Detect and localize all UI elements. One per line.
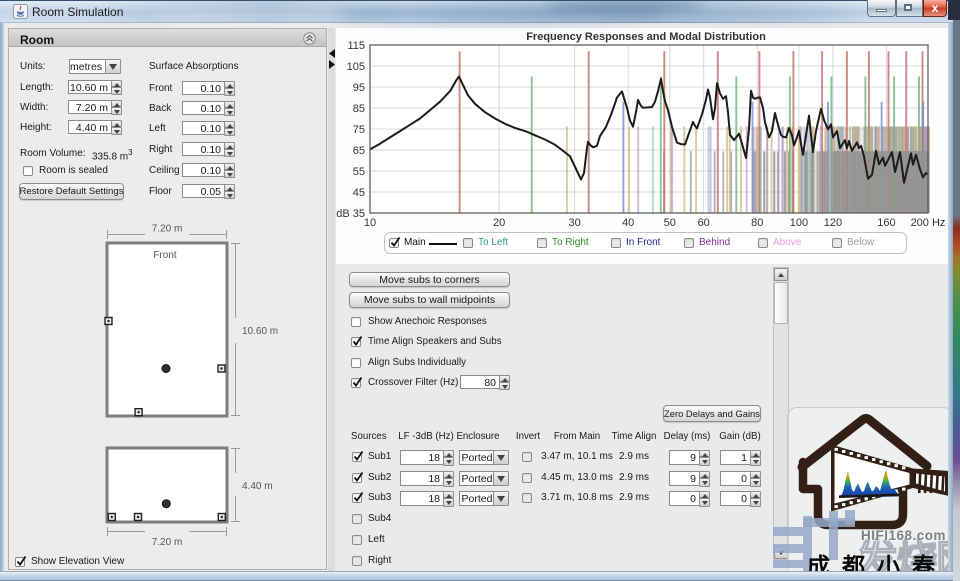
- svg-text:50: 50: [664, 217, 676, 229]
- svg-text:75: 75: [353, 124, 365, 136]
- svg-text:45: 45: [353, 187, 365, 199]
- svg-text:65: 65: [353, 145, 365, 157]
- svg-text:20: 20: [493, 217, 505, 229]
- svg-text:4.40 m: 4.40 m: [242, 481, 273, 492]
- svg-text:7.20 m: 7.20 m: [152, 537, 183, 548]
- svg-text:100: 100: [790, 217, 808, 229]
- svg-text:10: 10: [364, 217, 376, 229]
- svg-text:160: 160: [877, 217, 895, 229]
- svg-text:dB 35: dB 35: [336, 208, 365, 220]
- svg-text:Frequency Responses and Modal: Frequency Responses and Modal Distributi…: [526, 31, 766, 43]
- svg-text:120: 120: [824, 217, 842, 229]
- svg-text:60: 60: [698, 217, 710, 229]
- svg-text:7.20 m: 7.20 m: [152, 224, 183, 235]
- svg-text:85: 85: [353, 103, 365, 115]
- svg-text:10.60 m: 10.60 m: [242, 326, 278, 337]
- svg-text:55: 55: [353, 166, 365, 178]
- svg-text:95: 95: [353, 82, 365, 94]
- svg-text:40: 40: [622, 217, 634, 229]
- svg-text:105: 105: [347, 61, 365, 73]
- svg-text:Front: Front: [153, 250, 177, 261]
- svg-text:30: 30: [568, 217, 580, 229]
- svg-text:80: 80: [751, 217, 763, 229]
- svg-text:115: 115: [347, 40, 365, 52]
- svg-text:200 Hz: 200 Hz: [911, 217, 946, 229]
